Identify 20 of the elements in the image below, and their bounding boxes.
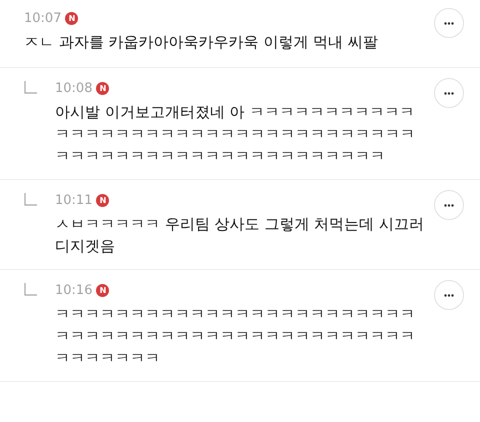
new-badge: N	[96, 194, 110, 206]
comment-text: ㅈㄴ 과자를 카웁카아아욱카우카욱 이렇게 먹내 씨팔	[24, 32, 379, 53]
more-icon	[444, 92, 454, 94]
more-icon	[444, 22, 454, 24]
new-badge: N	[96, 284, 110, 296]
more-button[interactable]	[434, 280, 464, 310]
more-button[interactable]	[434, 8, 464, 38]
comment-text: ㅋㅋㅋㅋㅋㅋㅋㅋㅋㅋㅋㅋㅋㅋㅋㅋㅋㅋㅋㅋㅋㅋㅋㅋㅋㅋㅋㅋㅋㅋㅋㅋㅋㅋㅋㅋㅋㅋㅋㅋㅋㅋㅋㅋㅋㅋㅋㅋㅋㅋㅋㅋㅋㅋㅋ	[55, 304, 416, 369]
comment-time: 10:16	[55, 282, 92, 298]
comment-time: 10:07	[24, 10, 62, 26]
more-button[interactable]	[434, 190, 464, 220]
more-icon	[444, 204, 454, 206]
comment-text: ㅅㅂㅋㅋㅋㅋㅋ 우리팀 상사도 그렇게 처먹는데 시끄러 디지겟음	[55, 214, 424, 257]
more-icon	[444, 294, 454, 296]
comment-time: 10:11	[55, 192, 92, 208]
new-badge: N	[65, 12, 78, 24]
more-button[interactable]	[434, 78, 464, 108]
new-badge: N	[96, 82, 110, 94]
comment-text: 아시발 이거보고개터졌네 아 ㅋㅋㅋㅋㅋㅋㅋㅋㅋㅋㅋㅋㅋㅋㅋㅋㅋㅋㅋㅋㅋㅋㅋㅋㅋㅋㅋㅋㅋㅋㅋㅋㅋㅋㅋㅋㅋㅋㅋㅋㅋㅋㅋㅋㅋㅋㅋㅋㅋㅋㅋㅋㅋㅋㅋㅋㅋ	[55, 102, 416, 167]
comment-time: 10:08	[55, 80, 92, 96]
